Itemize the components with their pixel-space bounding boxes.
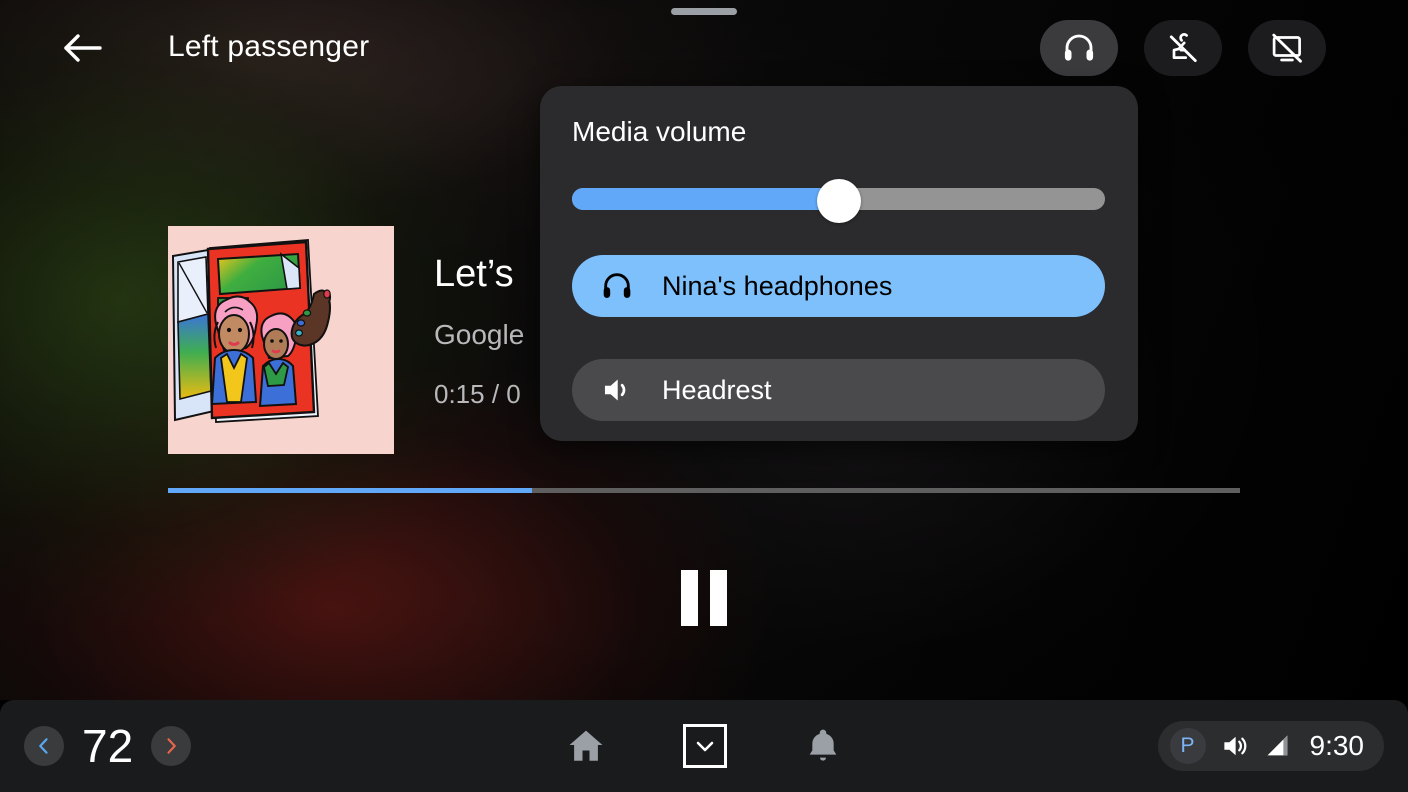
temperature-control: 72 — [24, 700, 192, 792]
top-bar: Left passenger — [0, 0, 1408, 96]
media-volume-popup: Media volume Nina's headphones Headrest — [540, 86, 1138, 441]
arrow-left-icon — [64, 34, 102, 62]
chevron-left-icon — [39, 738, 48, 754]
home-icon — [569, 730, 603, 761]
device-label: Nina's headphones — [662, 270, 893, 301]
infotainment-screen: Left passenger Let’s Google 0:15 / 0 Med… — [0, 0, 1408, 792]
media-volume-slider[interactable] — [572, 179, 1105, 223]
screen-off-toggle-button[interactable] — [1248, 20, 1326, 76]
slider-thumb[interactable] — [816, 179, 861, 223]
clock: 9:30 — [1309, 730, 1365, 761]
slider-fill — [572, 188, 839, 210]
nav-center-group — [565, 700, 843, 792]
headphones-icon — [603, 273, 631, 298]
headphones-icon — [1064, 34, 1094, 61]
temperature-decrease-button[interactable] — [24, 726, 64, 766]
signal-icon — [1267, 735, 1287, 756]
notification-shade-toggle[interactable] — [683, 724, 727, 768]
park-status-badge: P — [1169, 728, 1206, 764]
media-volume-title: Media volume — [572, 116, 747, 147]
chevron-down-icon — [696, 741, 714, 752]
speaker-icon — [604, 379, 626, 401]
device-option-headphones[interactable]: Nina's headphones — [572, 255, 1105, 317]
playback-progress-fill — [168, 488, 533, 493]
volume-icon — [1223, 736, 1246, 756]
playback-progress-bar[interactable] — [168, 488, 1240, 493]
album-art-illustration — [168, 226, 394, 454]
mic-off-icon — [1169, 33, 1197, 63]
status-bar-pill[interactable]: P 9:30 — [1157, 721, 1384, 771]
headphones-toggle-button[interactable] — [1040, 20, 1118, 76]
bell-icon — [809, 729, 837, 761]
album-art — [168, 226, 394, 454]
home-button[interactable] — [565, 725, 607, 767]
pause-button[interactable] — [672, 568, 736, 628]
device-option-headrest[interactable]: Headrest — [572, 359, 1105, 421]
temperature-increase-button[interactable] — [151, 726, 192, 766]
page-title: Left passenger — [168, 30, 370, 63]
notifications-button[interactable] — [803, 726, 843, 766]
back-button[interactable] — [56, 24, 112, 72]
bottom-nav-bar: 72 P 9:30 — [0, 700, 1408, 792]
mic-off-toggle-button[interactable] — [1144, 20, 1222, 76]
pause-bar-left — [681, 570, 698, 626]
chevron-right-icon — [167, 738, 177, 754]
device-label: Headrest — [662, 374, 772, 405]
temperature-value: 72 — [82, 720, 134, 772]
screen-off-icon — [1272, 33, 1302, 63]
pause-bar-right — [710, 570, 727, 626]
